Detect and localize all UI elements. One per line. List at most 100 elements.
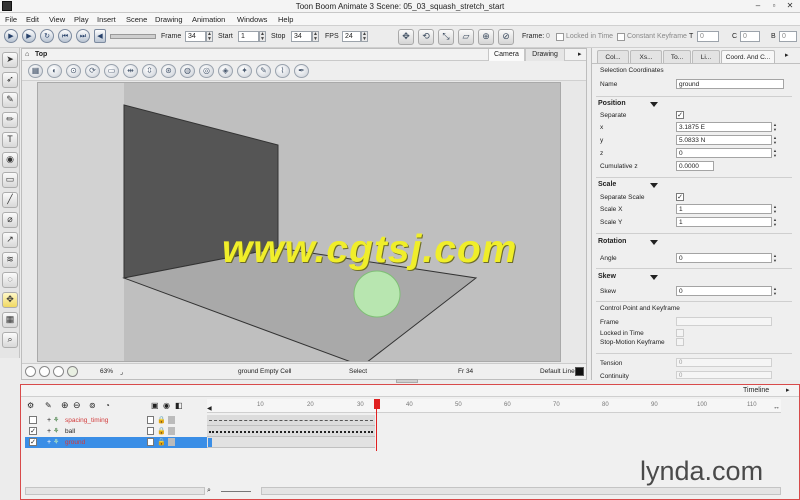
scale-x-stepper[interactable]: ▲ ▼ bbox=[772, 204, 778, 214]
flip-vertical-button[interactable]: ⇳ bbox=[142, 64, 157, 78]
eraser-tool[interactable]: ▭ bbox=[2, 172, 18, 188]
select-tool[interactable]: ➤ bbox=[2, 52, 18, 68]
menu-insert[interactable]: Insert bbox=[97, 15, 116, 24]
layer-visibility-checkbox[interactable] bbox=[29, 416, 37, 424]
grid-toggle-button[interactable]: ▦ bbox=[28, 64, 43, 78]
timeline-zoom-control[interactable]: ⌕ bbox=[207, 487, 257, 496]
skew-tool-button[interactable]: ▱ bbox=[458, 29, 474, 45]
tab-colour[interactable]: Col... bbox=[597, 50, 629, 63]
menu-edit[interactable]: Edit bbox=[26, 15, 39, 24]
tab-tool-properties[interactable]: To... bbox=[663, 50, 691, 63]
brush-preview-button[interactable]: ✎ bbox=[256, 64, 271, 78]
zoom-level[interactable]: 63% bbox=[100, 368, 113, 375]
layer-visibility-checkbox[interactable]: ✓ bbox=[29, 438, 37, 446]
start-stepper[interactable]: ▲ ▼ bbox=[259, 31, 266, 42]
contour-tool[interactable]: ➶ bbox=[2, 72, 18, 88]
tab-coordinates[interactable]: Coord. And C... bbox=[721, 50, 775, 63]
play-button[interactable]: ▶ bbox=[4, 29, 18, 43]
layer-expand-icon[interactable]: + bbox=[47, 437, 51, 448]
playhead-handle[interactable] bbox=[374, 399, 380, 409]
pivot-tool-button[interactable]: ⊕ bbox=[478, 29, 494, 45]
morph-tool[interactable]: ◌ bbox=[2, 272, 18, 288]
line-tool[interactable]: ╱ bbox=[2, 192, 18, 208]
text-tool[interactable]: T bbox=[2, 132, 18, 148]
panel-menu-icon[interactable]: ▸ bbox=[785, 51, 789, 59]
preview-button[interactable]: ◈ bbox=[218, 64, 233, 78]
auto-light-table-button[interactable]: ✦ bbox=[237, 64, 252, 78]
reset-pan-icon[interactable] bbox=[53, 366, 64, 377]
frame-stepper[interactable]: ▲ ▼ bbox=[206, 31, 213, 42]
x-field[interactable]: 3.1875 E bbox=[676, 122, 772, 132]
layer-lock-icon[interactable]: 🔒 bbox=[157, 426, 166, 437]
scale-y-field[interactable]: 1 bbox=[676, 217, 772, 227]
menu-scene[interactable]: Scene bbox=[126, 15, 147, 24]
locked-in-time-checkbox[interactable] bbox=[556, 33, 564, 41]
position-collapse-icon[interactable] bbox=[650, 102, 658, 107]
frame-field[interactable]: 34 bbox=[185, 31, 206, 42]
menu-view[interactable]: View bbox=[49, 15, 65, 24]
layer-scrollbar[interactable] bbox=[25, 487, 205, 495]
name-field[interactable]: ground bbox=[676, 79, 784, 89]
menu-windows[interactable]: Windows bbox=[237, 15, 267, 24]
zoom-tool[interactable]: ⌕ bbox=[2, 332, 18, 348]
safe-area-button[interactable]: ▭ bbox=[104, 64, 119, 78]
flip-horizontal-button[interactable]: ⇹ bbox=[123, 64, 138, 78]
layer-row-ball[interactable]: ✓ + ⚘ ball 🔒 bbox=[25, 426, 211, 437]
close-icon[interactable]: ✕ bbox=[784, 1, 796, 11]
layer-expand-icon[interactable]: + bbox=[47, 415, 51, 426]
expand-all-icon[interactable]: ◧ bbox=[175, 401, 183, 410]
add-element-icon[interactable]: ⊕ bbox=[61, 400, 69, 411]
panel-splitter-handle[interactable] bbox=[396, 379, 418, 383]
selected-cell[interactable] bbox=[208, 438, 212, 447]
turn-view-button[interactable]: ⟳ bbox=[85, 64, 100, 78]
scene-canvas[interactable] bbox=[37, 82, 561, 362]
volume-slider[interactable] bbox=[110, 34, 156, 39]
add-drawing-icon[interactable]: ✎ bbox=[45, 401, 52, 410]
mask-button[interactable]: ◍ bbox=[180, 64, 195, 78]
light-table-button[interactable]: ◐ bbox=[47, 64, 62, 78]
last-frame-button[interactable]: ⏭ bbox=[76, 29, 90, 43]
skew-stepper[interactable]: ▲ ▼ bbox=[772, 286, 778, 296]
rotation-collapse-icon[interactable] bbox=[650, 240, 658, 245]
tab-library[interactable]: Li... bbox=[692, 50, 720, 63]
playhead-start-icon[interactable]: ◀ bbox=[207, 405, 212, 412]
rotate-tool-button[interactable]: ⟲ bbox=[418, 29, 434, 45]
panel-menu-icon[interactable]: ▸ bbox=[578, 50, 582, 58]
scale-tool-button[interactable]: ⤡ bbox=[438, 29, 454, 45]
menu-drawing[interactable]: Drawing bbox=[155, 15, 183, 24]
bias-b-field[interactable]: 0 bbox=[779, 31, 797, 42]
transform-tool[interactable]: ✥ bbox=[2, 292, 18, 308]
layer-lock-icon[interactable]: 🔒 bbox=[157, 415, 166, 426]
remove-element-icon[interactable]: ⊖ bbox=[73, 400, 81, 411]
scale-collapse-icon[interactable] bbox=[650, 183, 658, 188]
menu-help[interactable]: Help bbox=[278, 15, 293, 24]
skew-collapse-icon[interactable] bbox=[650, 275, 658, 280]
add-layer-icon[interactable]: ⚙ bbox=[27, 401, 34, 410]
minimize-icon[interactable]: – bbox=[752, 1, 764, 11]
angle-field[interactable]: 0 bbox=[676, 253, 772, 263]
playhead[interactable] bbox=[374, 399, 380, 451]
stroke-toggle-button[interactable]: ⌇ bbox=[275, 64, 290, 78]
ruler-end-arrows-icon[interactable]: ↔ bbox=[773, 404, 780, 411]
z-field[interactable]: 0 bbox=[676, 148, 772, 158]
layer-visibility-checkbox[interactable]: ✓ bbox=[29, 427, 37, 435]
timeline-tracks[interactable] bbox=[207, 413, 781, 449]
onion-skin-button[interactable]: ⊙ bbox=[66, 64, 81, 78]
brush-tool[interactable]: ✎ bbox=[2, 92, 18, 108]
tab-xsheet[interactable]: Xs... bbox=[630, 50, 662, 63]
frame-ruler[interactable]: 10 20 30 40 50 60 70 80 90 100 110 ◀ ↔ bbox=[207, 399, 781, 413]
stop-stepper[interactable]: ▲ ▼ bbox=[312, 31, 319, 42]
stop-field[interactable]: 34 bbox=[291, 31, 312, 42]
layer-expand-icon[interactable]: + bbox=[47, 426, 51, 437]
track-spacing-timing[interactable] bbox=[207, 415, 375, 426]
reset-tool-button[interactable]: ⊘ bbox=[498, 29, 514, 45]
angle-stepper[interactable]: ▲ ▼ bbox=[772, 253, 778, 263]
tension-t-field[interactable]: 0 bbox=[697, 31, 719, 42]
preview-mode-icon[interactable] bbox=[67, 366, 78, 377]
menu-file[interactable]: File bbox=[5, 15, 17, 24]
maximize-icon[interactable]: ▫ bbox=[768, 1, 780, 11]
menu-animation[interactable]: Animation bbox=[192, 15, 225, 24]
start-field[interactable]: 1 bbox=[238, 31, 259, 42]
lock-all-icon[interactable]: ◉ bbox=[163, 401, 170, 410]
dropper-tool[interactable]: ⌀ bbox=[2, 212, 18, 228]
